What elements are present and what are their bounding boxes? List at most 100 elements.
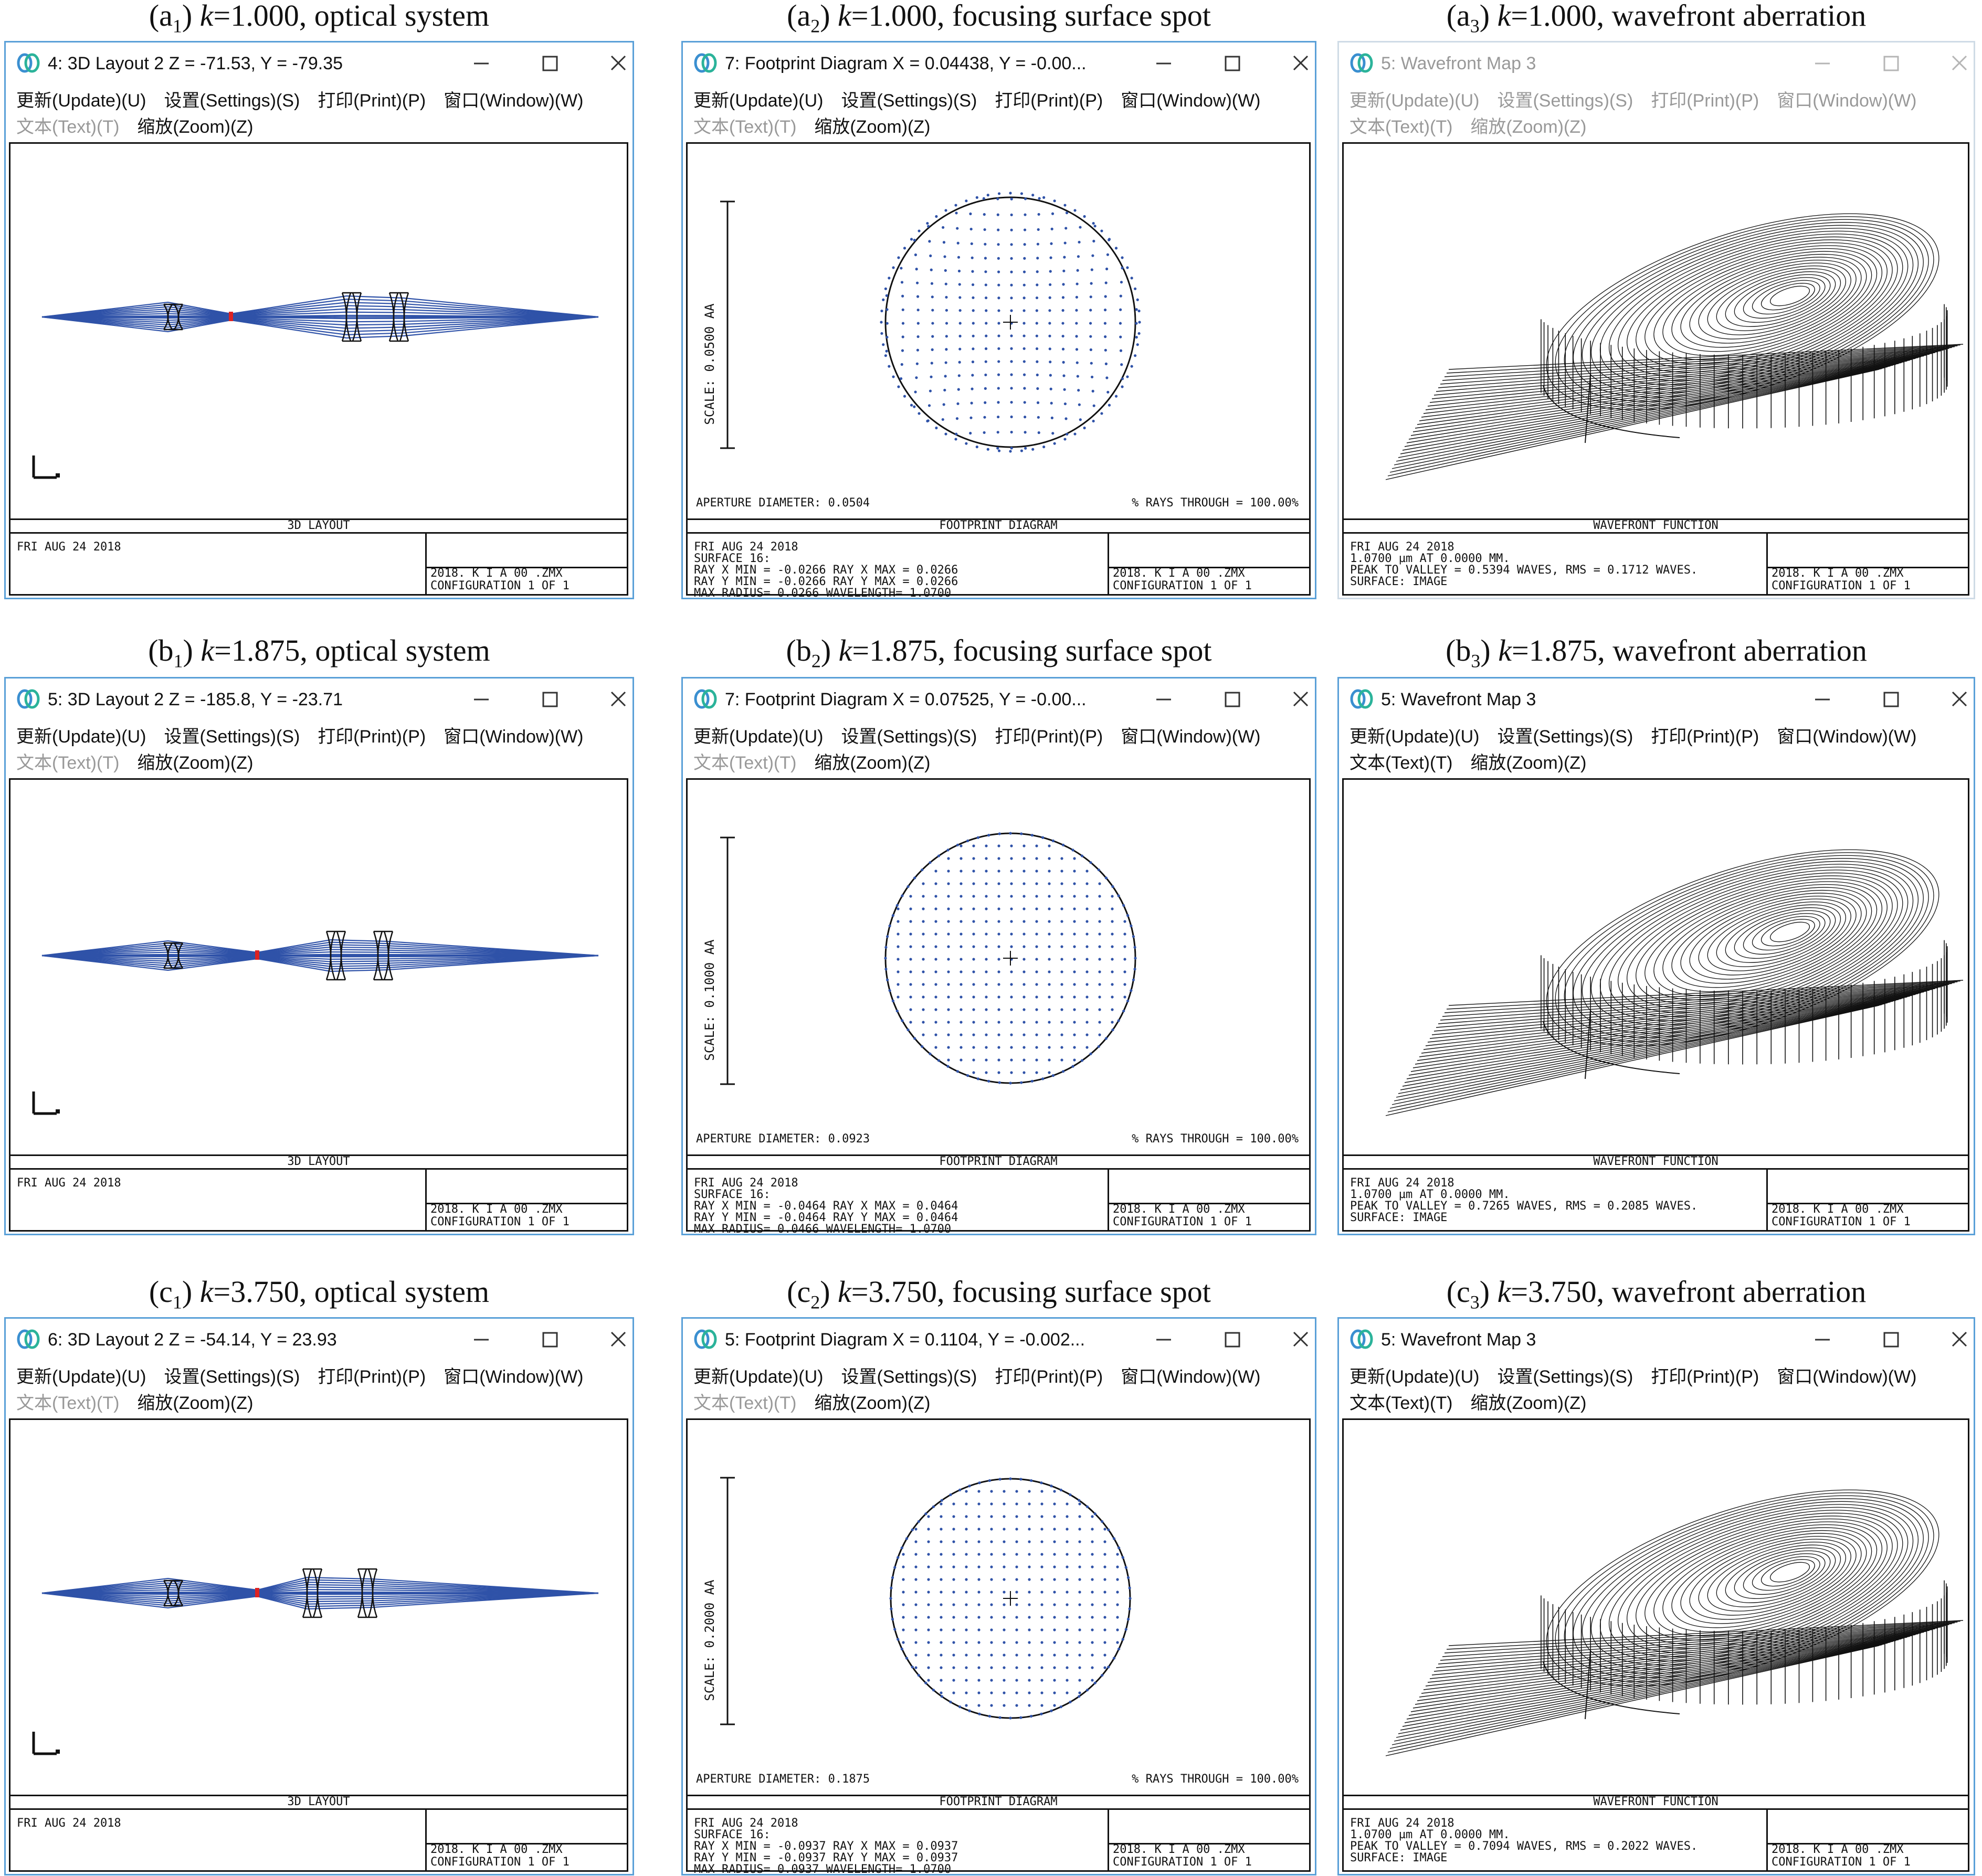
menu-print[interactable]: 打印(Print)(P) (318, 91, 426, 111)
footprint-window[interactable]: 5: Footprint Diagram X = 0.1104, Y = -0.… (681, 1317, 1316, 1875)
menu-settings[interactable]: 设置(Settings)(S) (164, 91, 300, 111)
title-bar[interactable]: 6: 3D Layout 2 Z = -54.14, Y = 23.93 (6, 1319, 632, 1361)
menu-settings[interactable]: 设置(Settings)(S) (841, 91, 977, 111)
close-button[interactable] (1281, 679, 1323, 720)
menu-print[interactable]: 打印(Print)(P) (1651, 1367, 1759, 1387)
menu-text[interactable]: 文本(Text)(T) (16, 117, 119, 137)
maximize-button[interactable] (1872, 1319, 1914, 1361)
menu-settings[interactable]: 设置(Settings)(S) (164, 1367, 300, 1387)
minimize-button[interactable] (462, 1319, 504, 1361)
menu-zoom[interactable]: 缩放(Zoom)(Z) (1470, 117, 1586, 137)
menu-text[interactable]: 文本(Text)(T) (1350, 117, 1452, 137)
menu-update[interactable]: 更新(Update)(U) (16, 727, 146, 747)
menu-text[interactable]: 文本(Text)(T) (1350, 753, 1452, 773)
close-button[interactable] (1940, 679, 1982, 720)
menu-update[interactable]: 更新(Update)(U) (16, 91, 146, 111)
minimize-button[interactable] (1145, 43, 1187, 84)
menu-print[interactable]: 打印(Print)(P) (1651, 727, 1759, 747)
menu-settings[interactable]: 设置(Settings)(S) (1497, 1367, 1633, 1387)
title-bar[interactable]: 5: Wavefront Map 3 (1339, 1319, 1974, 1361)
menu-settings[interactable]: 设置(Settings)(S) (841, 1367, 977, 1387)
minimize-button[interactable] (1804, 1319, 1846, 1361)
menu-window[interactable]: 窗口(Window)(W) (1121, 727, 1260, 747)
maximize-button[interactable] (531, 1319, 573, 1361)
menu-update[interactable]: 更新(Update)(U) (693, 91, 823, 111)
layout-window[interactable]: 4: 3D Layout 2 Z = -71.53, Y = -79.35 更新(… (4, 41, 634, 599)
menu-text[interactable]: 文本(Text)(T) (1350, 1393, 1452, 1413)
menu-zoom[interactable]: 缩放(Zoom)(Z) (137, 1393, 253, 1413)
title-bar[interactable]: 5: Wavefront Map 3 (1339, 679, 1974, 720)
title-bar[interactable]: 4: 3D Layout 2 Z = -71.53, Y = -79.35 (6, 43, 632, 84)
menu-zoom[interactable]: 缩放(Zoom)(Z) (137, 117, 253, 137)
menu-text[interactable]: 文本(Text)(T) (693, 753, 796, 773)
menu-settings[interactable]: 设置(Settings)(S) (1497, 727, 1633, 747)
close-button[interactable] (599, 1319, 641, 1361)
menu-text[interactable]: 文本(Text)(T) (16, 753, 119, 773)
menu-print[interactable]: 打印(Print)(P) (318, 727, 426, 747)
maximize-button[interactable] (1872, 43, 1914, 84)
title-bar[interactable]: 5: Footprint Diagram X = 0.1104, Y = -0.… (683, 1319, 1315, 1361)
wavefront-window[interactable]: 5: Wavefront Map 3 更新(Update)(U) 设置(Settin… (1337, 677, 1975, 1235)
menu-print[interactable]: 打印(Print)(P) (995, 91, 1103, 111)
menu-update[interactable]: 更新(Update)(U) (693, 727, 823, 747)
minimize-button[interactable] (1804, 679, 1846, 720)
menu-window[interactable]: 窗口(Window)(W) (444, 91, 583, 111)
close-button[interactable] (599, 43, 641, 84)
close-button[interactable] (599, 679, 641, 720)
menu-text[interactable]: 文本(Text)(T) (693, 1393, 796, 1413)
maximize-button[interactable] (1213, 679, 1255, 720)
maximize-button[interactable] (1213, 1319, 1255, 1361)
maximize-button[interactable] (1872, 679, 1914, 720)
footprint-window[interactable]: 7: Footprint Diagram X = 0.07525, Y = -0… (681, 677, 1316, 1235)
menu-print[interactable]: 打印(Print)(P) (995, 1367, 1103, 1387)
menu-zoom[interactable]: 缩放(Zoom)(Z) (1470, 1393, 1586, 1413)
menu-window[interactable]: 窗口(Window)(W) (1121, 1367, 1260, 1387)
menu-window[interactable]: 窗口(Window)(W) (1777, 1367, 1916, 1387)
menu-settings[interactable]: 设置(Settings)(S) (1497, 91, 1633, 111)
menu-zoom[interactable]: 缩放(Zoom)(Z) (137, 753, 253, 773)
menu-print[interactable]: 打印(Print)(P) (1651, 91, 1759, 111)
minimize-button[interactable] (462, 43, 504, 84)
minimize-button[interactable] (462, 679, 504, 720)
menu-update[interactable]: 更新(Update)(U) (1350, 727, 1479, 747)
menu-update[interactable]: 更新(Update)(U) (693, 1367, 823, 1387)
title-bar[interactable]: 7: Footprint Diagram X = 0.07525, Y = -0… (683, 679, 1315, 720)
menu-window[interactable]: 窗口(Window)(W) (1777, 91, 1916, 111)
menu-window[interactable]: 窗口(Window)(W) (444, 1367, 583, 1387)
close-button[interactable] (1940, 1319, 1982, 1361)
menu-text[interactable]: 文本(Text)(T) (693, 117, 796, 137)
maximize-button[interactable] (531, 43, 573, 84)
layout-window[interactable]: 5: 3D Layout 2 Z = -185.8, Y = -23.71 更新(… (4, 677, 634, 1235)
menu-settings[interactable]: 设置(Settings)(S) (841, 727, 977, 747)
menu-print[interactable]: 打印(Print)(P) (995, 727, 1103, 747)
close-button[interactable] (1281, 43, 1323, 84)
menu-settings[interactable]: 设置(Settings)(S) (164, 727, 300, 747)
minimize-button[interactable] (1804, 43, 1846, 84)
menu-zoom[interactable]: 缩放(Zoom)(Z) (814, 753, 930, 773)
menu-zoom[interactable]: 缩放(Zoom)(Z) (814, 1393, 930, 1413)
maximize-button[interactable] (531, 679, 573, 720)
minimize-button[interactable] (1145, 679, 1187, 720)
menu-update[interactable]: 更新(Update)(U) (16, 1367, 146, 1387)
menu-text[interactable]: 文本(Text)(T) (16, 1393, 119, 1413)
menu-bar: 更新(Update)(U) 设置(Settings)(S) 打印(Print)(P)… (16, 88, 602, 114)
menu-update[interactable]: 更新(Update)(U) (1350, 1367, 1479, 1387)
title-bar[interactable]: 5: Wavefront Map 3 (1339, 43, 1974, 84)
footprint-window[interactable]: 7: Footprint Diagram X = 0.04438, Y = -0… (681, 41, 1316, 599)
close-button[interactable] (1281, 1319, 1323, 1361)
menu-window[interactable]: 窗口(Window)(W) (1777, 727, 1916, 747)
title-bar[interactable]: 7: Footprint Diagram X = 0.04438, Y = -0… (683, 43, 1315, 84)
minimize-button[interactable] (1145, 1319, 1187, 1361)
layout-window[interactable]: 6: 3D Layout 2 Z = -54.14, Y = 23.93 更新(U… (4, 1317, 634, 1875)
menu-zoom[interactable]: 缩放(Zoom)(Z) (1470, 753, 1586, 773)
title-bar[interactable]: 5: 3D Layout 2 Z = -185.8, Y = -23.71 (6, 679, 632, 720)
maximize-button[interactable] (1213, 43, 1255, 84)
menu-window[interactable]: 窗口(Window)(W) (1121, 91, 1260, 111)
wavefront-window[interactable]: 5: Wavefront Map 3 更新(Update)(U) 设置(Settin… (1337, 1317, 1975, 1875)
menu-window[interactable]: 窗口(Window)(W) (444, 727, 583, 747)
menu-zoom[interactable]: 缩放(Zoom)(Z) (814, 117, 930, 137)
menu-update[interactable]: 更新(Update)(U) (1350, 91, 1479, 111)
close-button[interactable] (1940, 43, 1982, 84)
menu-print[interactable]: 打印(Print)(P) (318, 1367, 426, 1387)
wavefront-window[interactable]: 5: Wavefront Map 3 更新(Update)(U) 设置(Settin… (1337, 41, 1975, 599)
